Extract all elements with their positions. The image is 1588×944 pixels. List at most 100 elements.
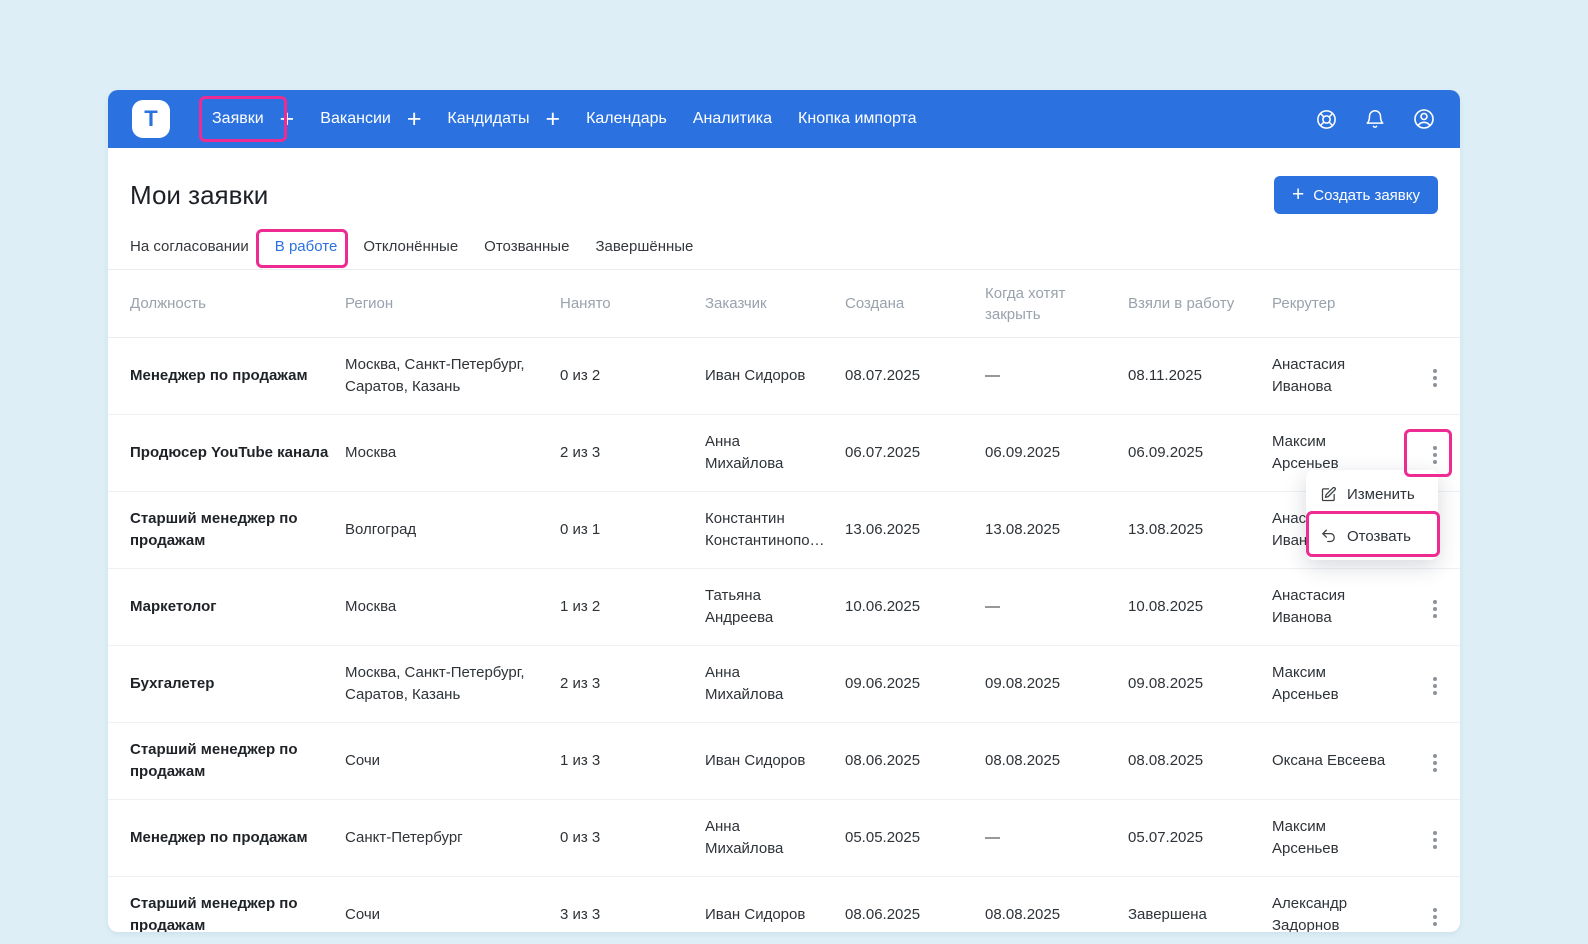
cell-actions bbox=[1416, 877, 1460, 933]
cell-position: Продюсер YouTube канала bbox=[108, 415, 345, 492]
create-request-button[interactable]: + Создать заявку bbox=[1274, 176, 1438, 214]
row-actions-kebab-button[interactable] bbox=[1418, 361, 1452, 395]
tab-completed[interactable]: Завершённые bbox=[595, 238, 693, 255]
table-row: Менеджер по продажам Москва, Санкт-Петер… bbox=[108, 338, 1460, 415]
table-row: Старший менеджер по продажам Сочи 3 из 3… bbox=[108, 877, 1460, 933]
cell-created: 05.05.2025 bbox=[845, 800, 985, 877]
table-row: Маркетолог Москва 1 из 2 Татьяна Андреев… bbox=[108, 569, 1460, 646]
app-logo[interactable]: T bbox=[132, 100, 170, 138]
table-row: Продюсер YouTube канала Москва 2 из 3 Ан… bbox=[108, 415, 1460, 492]
menu-item-edit[interactable]: Изменить bbox=[1306, 473, 1438, 515]
cell-customer: Иван Сидоров bbox=[705, 338, 845, 415]
column-header-position: Должность bbox=[108, 270, 345, 338]
tab-withdrawn[interactable]: Отозванные bbox=[484, 238, 569, 255]
cell-customer: Константин Константинопо… bbox=[705, 492, 845, 569]
cell-created: 13.06.2025 bbox=[845, 492, 985, 569]
add-request-icon[interactable]: + bbox=[280, 109, 295, 129]
row-actions-kebab-button[interactable] bbox=[1418, 900, 1452, 933]
cell-customer: Анна Михайлова bbox=[705, 646, 845, 723]
cell-close-date: 08.08.2025 bbox=[985, 877, 1128, 933]
nav-item-vacancies[interactable]: Вакансии bbox=[320, 110, 391, 128]
nav-item-analytics[interactable]: Аналитика bbox=[693, 110, 772, 128]
column-header-customer: Заказчик bbox=[705, 270, 845, 338]
cell-close-date: 08.08.2025 bbox=[985, 723, 1128, 800]
cell-position: Старший менеджер по продажам bbox=[108, 723, 345, 800]
cell-taken: 06.09.2025 bbox=[1128, 415, 1272, 492]
nav-item-candidates[interactable]: Кандидаты bbox=[447, 110, 529, 128]
cell-position: Бухгалетер bbox=[108, 646, 345, 723]
requests-table: Должность Регион Нанято Заказчик Создана… bbox=[108, 269, 1460, 932]
row-actions-kebab-button[interactable] bbox=[1418, 592, 1452, 626]
row-actions-kebab-button[interactable] bbox=[1418, 823, 1452, 857]
nav-item-import-button[interactable]: Кнопка импорта bbox=[798, 110, 917, 128]
cell-taken: 09.08.2025 bbox=[1128, 646, 1272, 723]
app-window: T Заявки + Вакансии + Кандидаты + Календ… bbox=[108, 90, 1460, 932]
nav-item-calendar[interactable]: Календарь bbox=[586, 110, 667, 128]
cell-region: Москва, Санкт-Петербург, Саратов, Казань bbox=[345, 338, 560, 415]
cell-actions bbox=[1416, 338, 1460, 415]
column-header-recruiter: Рекрутер bbox=[1272, 270, 1416, 338]
cell-hired: 3 из 3 bbox=[560, 877, 705, 933]
cell-recruiter: Максим Арсеньев bbox=[1272, 800, 1416, 877]
cell-region: Москва bbox=[345, 415, 560, 492]
cell-taken: 10.08.2025 bbox=[1128, 569, 1272, 646]
cell-recruiter: Максим Арсеньев bbox=[1272, 646, 1416, 723]
cell-position: Старший менеджер по продажам bbox=[108, 877, 345, 933]
column-header-taken: Взяли в работу bbox=[1128, 270, 1272, 338]
status-tabs: На согласовании В работе Отклонённые Ото… bbox=[108, 210, 1460, 269]
cell-actions bbox=[1416, 646, 1460, 723]
cell-customer: Анна Михайлова bbox=[705, 415, 845, 492]
row-actions-kebab-button[interactable] bbox=[1418, 746, 1452, 780]
profile-icon[interactable] bbox=[1412, 107, 1436, 131]
cell-close-date: 09.08.2025 bbox=[985, 646, 1128, 723]
cell-hired: 2 из 3 bbox=[560, 646, 705, 723]
menu-item-edit-label: Изменить bbox=[1347, 486, 1415, 503]
notifications-bell-icon[interactable] bbox=[1364, 108, 1386, 130]
tab-on-approval[interactable]: На согласовании bbox=[130, 238, 249, 255]
add-vacancy-icon[interactable]: + bbox=[407, 109, 422, 129]
cell-created: 10.06.2025 bbox=[845, 569, 985, 646]
cell-region: Сочи bbox=[345, 723, 560, 800]
cell-close-date: — bbox=[985, 338, 1128, 415]
add-candidate-icon[interactable]: + bbox=[545, 109, 560, 129]
cell-region: Москва, Санкт-Петербург, Саратов, Казань bbox=[345, 646, 560, 723]
support-icon[interactable] bbox=[1315, 108, 1338, 131]
logo-letter: T bbox=[144, 106, 157, 132]
menu-item-withdraw[interactable]: Отозвать bbox=[1306, 515, 1438, 557]
table-row: Старший менеджер по продажам Волгоград 0… bbox=[108, 492, 1460, 569]
table-row: Бухгалетер Москва, Санкт-Петербург, Сара… bbox=[108, 646, 1460, 723]
cell-position: Старший менеджер по продажам bbox=[108, 492, 345, 569]
nav-item-requests[interactable]: Заявки bbox=[212, 110, 264, 128]
plus-icon: + bbox=[1292, 186, 1304, 204]
create-request-label: Создать заявку bbox=[1313, 187, 1420, 204]
row-actions-kebab-button[interactable] bbox=[1418, 669, 1452, 703]
cell-hired: 0 из 2 bbox=[560, 338, 705, 415]
cell-close-date: 13.08.2025 bbox=[985, 492, 1128, 569]
cell-created: 06.07.2025 bbox=[845, 415, 985, 492]
cell-created: 08.06.2025 bbox=[845, 723, 985, 800]
page-header: Мои заявки + Создать заявку bbox=[108, 148, 1460, 210]
cell-region: Волгоград bbox=[345, 492, 560, 569]
cell-created: 08.06.2025 bbox=[845, 877, 985, 933]
page-title: Мои заявки bbox=[130, 180, 268, 210]
top-navigation-bar: T Заявки + Вакансии + Кандидаты + Календ… bbox=[108, 90, 1460, 148]
cell-taken: Завершена bbox=[1128, 877, 1272, 933]
cell-close-date: — bbox=[985, 569, 1128, 646]
tab-in-progress[interactable]: В работе bbox=[275, 238, 338, 255]
column-header-hired: Нанято bbox=[560, 270, 705, 338]
tab-rejected[interactable]: Отклонённые bbox=[363, 238, 458, 255]
cell-actions bbox=[1416, 723, 1460, 800]
cell-hired: 2 из 3 bbox=[560, 415, 705, 492]
cell-recruiter: Анастасия Иванова bbox=[1272, 569, 1416, 646]
main-nav: Заявки + Вакансии + Кандидаты + Календар… bbox=[212, 109, 917, 129]
cell-close-date: — bbox=[985, 800, 1128, 877]
cell-created: 08.07.2025 bbox=[845, 338, 985, 415]
cell-actions bbox=[1416, 569, 1460, 646]
row-actions-kebab-button[interactable] bbox=[1418, 438, 1452, 472]
cell-region: Москва bbox=[345, 569, 560, 646]
cell-hired: 1 из 2 bbox=[560, 569, 705, 646]
cell-customer: Иван Сидоров bbox=[705, 723, 845, 800]
cell-hired: 0 из 1 bbox=[560, 492, 705, 569]
requests-table-body: Менеджер по продажам Москва, Санкт-Петер… bbox=[108, 338, 1460, 933]
topbar-right-icons bbox=[1315, 107, 1436, 131]
